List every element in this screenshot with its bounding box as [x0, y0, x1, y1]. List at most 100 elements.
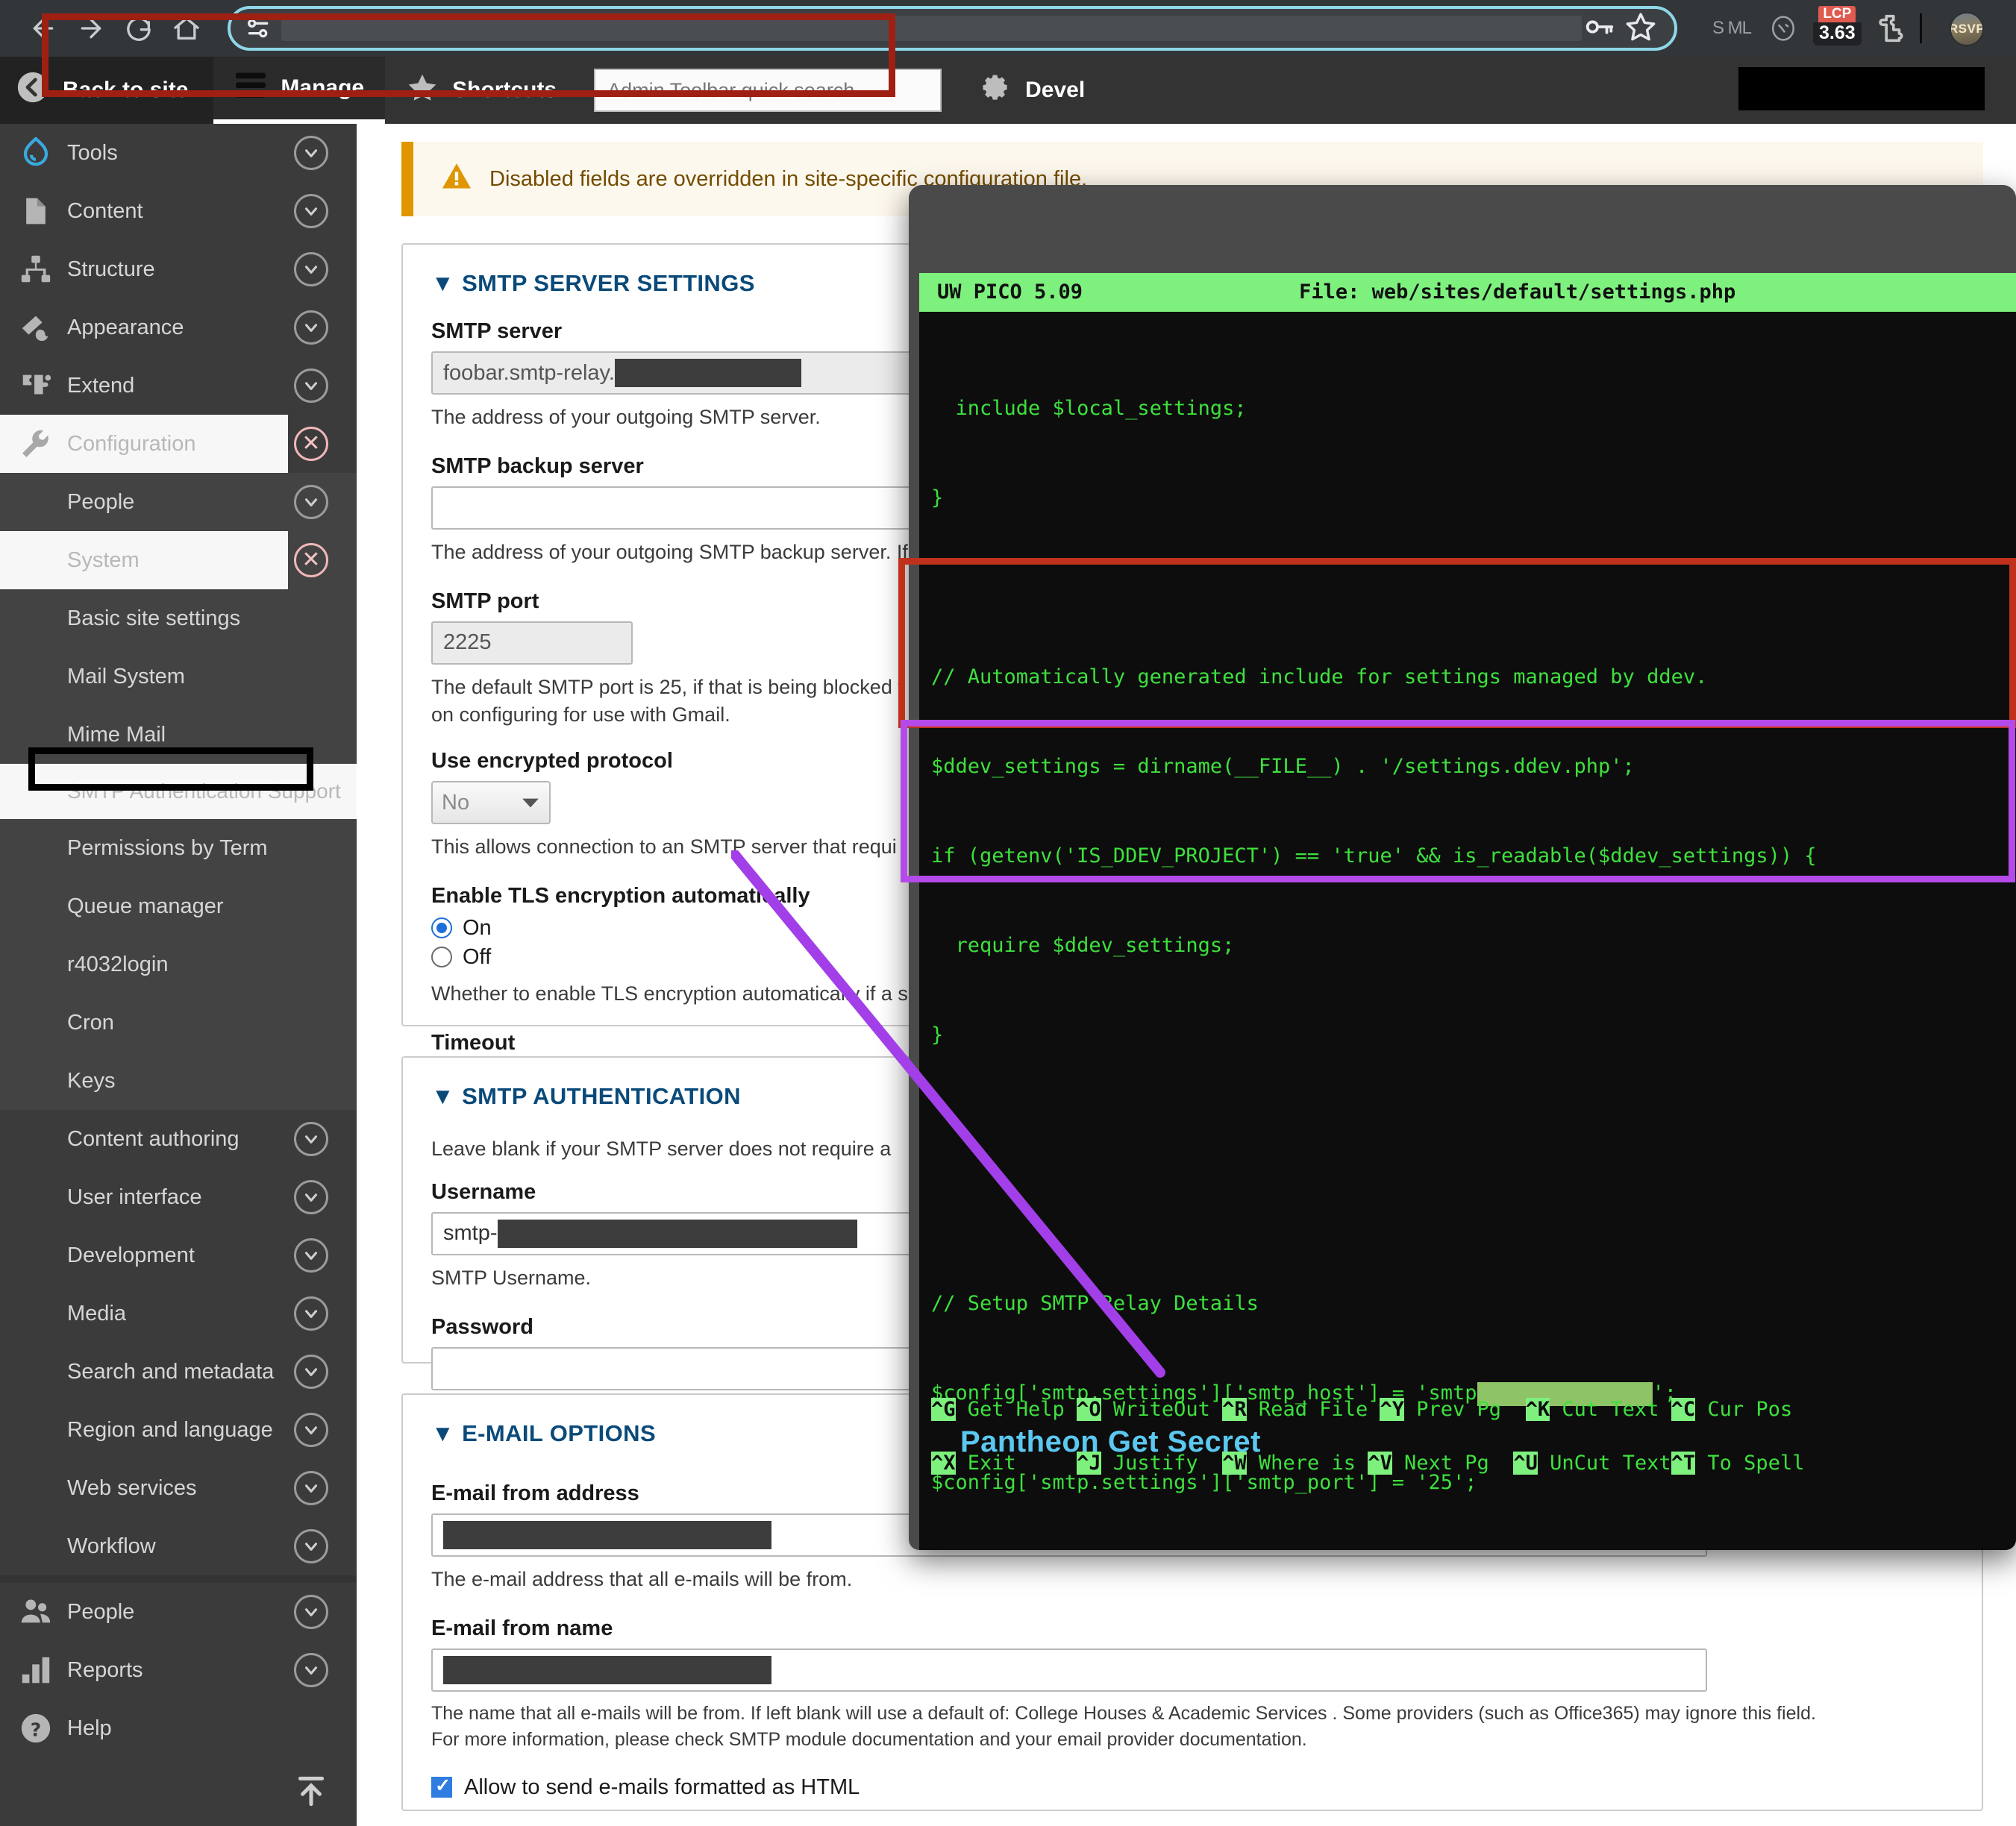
bird-extension-icon[interactable] [1767, 6, 1800, 51]
shortcut-key[interactable]: ^U [1513, 1452, 1538, 1475]
email-from-name-input[interactable] [431, 1648, 1707, 1692]
sidebar-item-tools[interactable]: Tools [0, 124, 357, 182]
chevron-down-icon[interactable] [294, 1180, 328, 1214]
site-settings-icon[interactable] [241, 11, 275, 46]
sidebar-item-search-and-metadata[interactable]: Search and metadata [0, 1343, 357, 1401]
sidebar-item-people[interactable]: People [0, 1583, 357, 1641]
admin-quick-search-input[interactable] [594, 69, 942, 112]
sidebar-item-cron[interactable]: Cron [0, 994, 357, 1052]
smtp-port-value: 2225 [443, 630, 492, 655]
collapse-triangle-icon: ▼ [431, 1420, 455, 1446]
chevron-down-icon[interactable] [294, 1413, 328, 1447]
back-arrow-icon[interactable] [19, 4, 67, 52]
html-email-checkbox-row[interactable]: Allow to send e-mails formatted as HTML [431, 1775, 1953, 1800]
terminal-window[interactable]: UW PICO 5.09 File: web/sites/default/sett… [909, 185, 2016, 1550]
sidebar-item-content[interactable]: Content [0, 182, 357, 240]
chevron-down-icon[interactable] [294, 310, 328, 345]
shortcut-key[interactable]: ^W [1222, 1452, 1247, 1475]
chevron-down-icon[interactable] [294, 1355, 328, 1389]
saml-extension-icon[interactable]: S ML [1712, 6, 1752, 51]
sidebar-item-extend[interactable]: Extend [0, 357, 357, 415]
chevron-down-icon[interactable] [294, 1471, 328, 1505]
chevron-down-icon[interactable] [294, 485, 328, 519]
sidebar-item-permissions-by-term[interactable]: Permissions by Term [0, 819, 357, 877]
sidebar-item-mime-mail[interactable]: Mime Mail [0, 706, 357, 764]
legend-label: SMTP AUTHENTICATION [462, 1083, 741, 1109]
chevron-down-icon[interactable] [294, 194, 328, 228]
shortcut-key[interactable]: ^O [1077, 1398, 1101, 1421]
shortcut-label: Next Pg [1392, 1452, 1514, 1475]
sidebar-item-queue-manager[interactable]: Queue manager [0, 877, 357, 935]
chevron-down-icon[interactable] [294, 1296, 328, 1331]
shortcut-key[interactable]: ^X [931, 1452, 956, 1475]
sidebar-item-appearance[interactable]: Appearance [0, 298, 357, 357]
lcp-extension-icon[interactable]: LCP 3.63 [1813, 6, 1862, 51]
shortcut-label: Exit [955, 1452, 1077, 1475]
close-icon[interactable]: ✕ [294, 427, 328, 461]
chevron-down-icon[interactable] [294, 1529, 328, 1563]
sidebar-item-keys[interactable]: Keys [0, 1052, 357, 1110]
chevron-down-icon[interactable] [294, 136, 328, 170]
sidebar-item-region-and-language[interactable]: Region and language [0, 1401, 357, 1459]
sidebar-item-web-services[interactable]: Web services [0, 1459, 357, 1517]
chevron-down-icon[interactable] [294, 368, 328, 403]
email-from-name-desc-line2: For more information, please check SMTP … [431, 1728, 1307, 1750]
sidebar-item-label: Keys [67, 1068, 116, 1093]
smtp-port-input[interactable]: 2225 [431, 621, 633, 665]
sidebar-item-development[interactable]: Development [0, 1226, 357, 1284]
tab-manage[interactable]: Manage [213, 57, 386, 124]
sidebar-item-mail-system[interactable]: Mail System [0, 647, 357, 706]
sidebar-item-label: Permissions by Term [67, 835, 268, 860]
toolbar-redacted-region [1738, 67, 1985, 110]
sidebar-item-help[interactable]: ? Help [0, 1699, 357, 1757]
tls-on-label: On [463, 915, 492, 940]
help-question-icon: ? [16, 1709, 55, 1748]
sidebar-item-user-interface[interactable]: User interface [0, 1168, 357, 1226]
chevron-down-icon[interactable] [294, 1595, 328, 1629]
sidebar-item-reports[interactable]: Reports [0, 1641, 357, 1699]
bookmark-star-icon[interactable] [1624, 10, 1658, 48]
email-from-name-desc-line1: The name that all e-mails will be from. … [431, 1702, 1816, 1724]
password-key-icon[interactable] [1582, 10, 1616, 48]
extensions-puzzle-icon[interactable] [1873, 6, 1907, 51]
chevron-down-icon[interactable] [294, 1653, 328, 1687]
warning-triangle-icon [440, 160, 473, 198]
sidebar-item-basic-site-settings[interactable]: Basic site settings [0, 589, 357, 647]
shortcut-key[interactable]: ^C [1671, 1398, 1696, 1421]
sidebar-item-r4032login[interactable]: r4032login [0, 935, 357, 994]
shortcut-key[interactable]: ^T [1671, 1452, 1696, 1475]
home-icon[interactable] [163, 4, 210, 52]
address-bar[interactable] [228, 6, 1677, 51]
sidebar-item-people-config[interactable]: People [0, 473, 357, 531]
sidebar-item-label: Cron [67, 1010, 114, 1035]
sidebar-item-content-authoring[interactable]: Content authoring [0, 1110, 357, 1168]
sidebar-item-media[interactable]: Media [0, 1284, 357, 1343]
sidebar-item-smtp-authentication-support[interactable]: SMTP Authentication Support [0, 764, 357, 819]
sidebar-item-label: Tools [67, 140, 118, 165]
chevron-down-icon[interactable] [294, 252, 328, 286]
sidebar-item-structure[interactable]: Structure [0, 240, 357, 298]
sidebar-item-workflow[interactable]: Workflow [0, 1517, 357, 1575]
sidebar-item-configuration[interactable]: Configuration ✕ [0, 415, 357, 473]
encrypted-protocol-select[interactable]: No [431, 781, 551, 825]
shortcut-key[interactable]: ^G [931, 1398, 956, 1421]
shortcut-key[interactable]: ^K [1525, 1398, 1550, 1421]
back-to-site-button[interactable]: Back to site [0, 57, 214, 124]
profile-avatar[interactable]: RSVP [1950, 12, 1984, 46]
drupal-admin-toolbar: Back to site Manage Shortcuts Devel [0, 57, 2016, 124]
sidebar-item-system[interactable]: System ✕ [0, 531, 357, 589]
url-input[interactable] [281, 16, 1582, 41]
forward-arrow-icon[interactable] [67, 4, 115, 52]
shortcut-key[interactable]: ^R [1222, 1398, 1247, 1421]
shortcut-key[interactable]: ^J [1077, 1452, 1101, 1475]
shortcut-key[interactable]: ^Y [1380, 1398, 1404, 1421]
collapse-toolbar-icon[interactable] [292, 1772, 330, 1813]
reload-icon[interactable] [115, 4, 163, 52]
shortcut-key[interactable]: ^V [1368, 1452, 1392, 1475]
chevron-down-icon[interactable] [294, 1122, 328, 1156]
tab-devel[interactable]: Devel [958, 57, 1106, 124]
close-icon[interactable]: ✕ [294, 543, 328, 577]
chevron-down-icon[interactable] [294, 1238, 328, 1273]
terminal-titlebar[interactable] [909, 185, 2016, 277]
tab-shortcuts[interactable]: Shortcuts [385, 57, 577, 124]
